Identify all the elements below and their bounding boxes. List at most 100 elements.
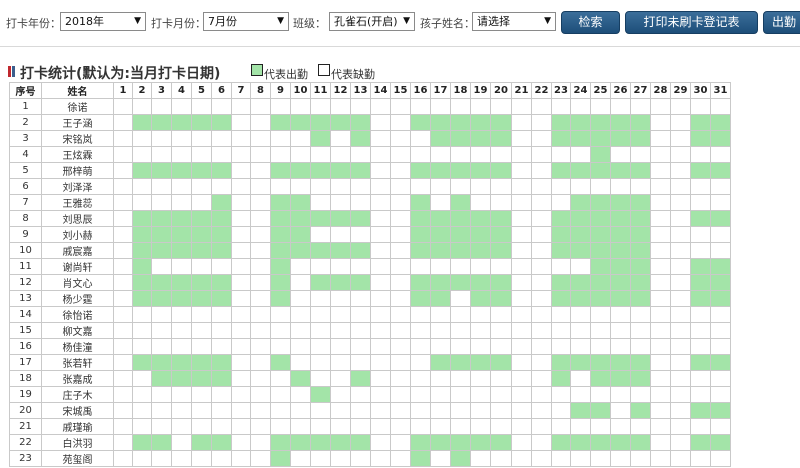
attendance-present-cell <box>430 226 451 243</box>
attendance-absent-cell <box>370 306 391 323</box>
attendance-present-cell <box>590 162 611 179</box>
attendance-present-cell <box>630 274 651 291</box>
attendance-absent-cell <box>511 306 532 323</box>
attendance-present-cell <box>151 274 172 291</box>
attendance-present-cell <box>450 434 471 451</box>
attendance-absent-cell <box>511 242 532 259</box>
attendance-absent-cell <box>151 258 172 275</box>
row-index: 5 <box>9 162 42 179</box>
attendance-absent-cell <box>231 114 251 131</box>
attendance-absent-cell <box>290 258 311 275</box>
attendance-present-cell <box>211 370 232 387</box>
attendance-absent-cell <box>490 194 512 211</box>
attendance-absent-cell <box>690 146 711 163</box>
attendance-present-cell <box>350 434 371 451</box>
search-button[interactable]: 检索 <box>561 11 620 34</box>
attendance-absent-cell <box>511 178 532 195</box>
attendance-present-cell <box>310 274 331 291</box>
attendance-absent-cell <box>430 402 451 419</box>
attendance-present-cell <box>151 162 172 179</box>
attendance-present-cell <box>470 274 491 291</box>
attendance-present-cell <box>690 402 711 419</box>
attendance-present-cell <box>570 194 591 211</box>
attendance-present-cell <box>310 210 331 227</box>
attendance-absent-cell <box>370 194 391 211</box>
attendance-absent-cell <box>570 178 591 195</box>
filter-bar: 打卡年份： 2018年 ▼ 打卡月份： 7月份 ▼ 班级： 孔雀石(开启) ▼ … <box>0 0 800 46</box>
attendance-present-cell <box>450 226 471 243</box>
table-row: 9 刘小赫 <box>9 226 731 243</box>
attendance-present-cell <box>710 210 731 227</box>
child-name: 杨佳潼 <box>41 338 114 355</box>
col-header-name: 姓名 <box>41 82 114 99</box>
attendance-absent-cell <box>450 370 471 387</box>
class-select[interactable]: 孔雀石(开启) ▼ <box>329 12 415 31</box>
attendance-absent-cell <box>650 98 671 115</box>
attendance-absent-cell <box>710 370 731 387</box>
print-unpunched-button[interactable]: 打印未刷卡登记表 <box>625 11 758 34</box>
attendance-absent-cell <box>370 338 391 355</box>
child-name: 徐怡诺 <box>41 306 114 323</box>
col-header-day: 27 <box>630 82 651 99</box>
attendance-present-cell <box>490 290 512 307</box>
attendance-absent-cell <box>270 146 291 163</box>
attendance-absent-cell <box>410 402 431 419</box>
attendance-present-cell <box>270 450 291 467</box>
attendance-absent-cell <box>211 178 232 195</box>
child-select[interactable]: 请选择 ▼ <box>472 12 556 31</box>
attendance-absent-cell <box>531 322 552 339</box>
table-row: 4 王炫霖 <box>9 146 731 163</box>
attendance-absent-cell <box>650 114 671 131</box>
attendance-absent-cell <box>551 338 571 355</box>
attendance-absent-cell <box>350 418 371 435</box>
row-index: 6 <box>9 178 42 195</box>
attendance-present-cell <box>450 194 471 211</box>
attendance-absent-cell <box>630 338 651 355</box>
attendance-absent-cell <box>231 338 251 355</box>
year-select[interactable]: 2018年 ▼ <box>60 12 146 31</box>
attendance-present-cell <box>490 354 512 371</box>
attendance-absent-cell <box>511 450 532 467</box>
attendance-present-cell <box>132 242 152 259</box>
attendance-present-cell <box>630 130 651 147</box>
attendance-absent-cell <box>330 402 351 419</box>
attendance-absent-cell <box>390 370 411 387</box>
attendance-present-cell <box>610 130 631 147</box>
attendance-absent-cell <box>390 162 411 179</box>
attendance-present-cell <box>270 226 291 243</box>
attendance-present-cell <box>590 130 611 147</box>
attendance-absent-cell <box>151 402 172 419</box>
attendance-absent-cell <box>410 418 431 435</box>
attendance-absent-cell <box>490 370 512 387</box>
attendance-absent-cell <box>690 386 711 403</box>
attendance-present-cell <box>330 434 351 451</box>
attendance-absent-cell <box>310 290 331 307</box>
attendance-absent-cell <box>430 418 451 435</box>
attendance-absent-cell <box>231 306 251 323</box>
row-index: 22 <box>9 434 42 451</box>
export-button[interactable]: 出勤 <box>763 11 800 34</box>
attendance-absent-cell <box>211 130 232 147</box>
attendance-absent-cell <box>330 306 351 323</box>
attendance-absent-cell <box>370 386 391 403</box>
year-select-value: 2018年 <box>65 15 104 28</box>
attendance-absent-cell <box>211 146 232 163</box>
attendance-present-cell <box>630 434 651 451</box>
attendance-absent-cell <box>151 338 172 355</box>
table-row: 15 柳文嘉 <box>9 322 731 339</box>
attendance-present-cell <box>570 354 591 371</box>
attendance-absent-cell <box>370 290 391 307</box>
attendance-absent-cell <box>551 98 571 115</box>
attendance-absent-cell <box>330 98 351 115</box>
attendance-absent-cell <box>430 306 451 323</box>
attendance-absent-cell <box>531 98 552 115</box>
attendance-absent-cell <box>390 98 411 115</box>
attendance-absent-cell <box>350 402 371 419</box>
month-select[interactable]: 7月份 ▼ <box>203 12 289 31</box>
attendance-present-cell <box>470 130 491 147</box>
attendance-absent-cell <box>250 338 271 355</box>
attendance-absent-cell <box>370 98 391 115</box>
attendance-absent-cell <box>310 370 331 387</box>
attendance-absent-cell <box>410 370 431 387</box>
dropdown-arrow-icon: ▼ <box>277 16 284 26</box>
